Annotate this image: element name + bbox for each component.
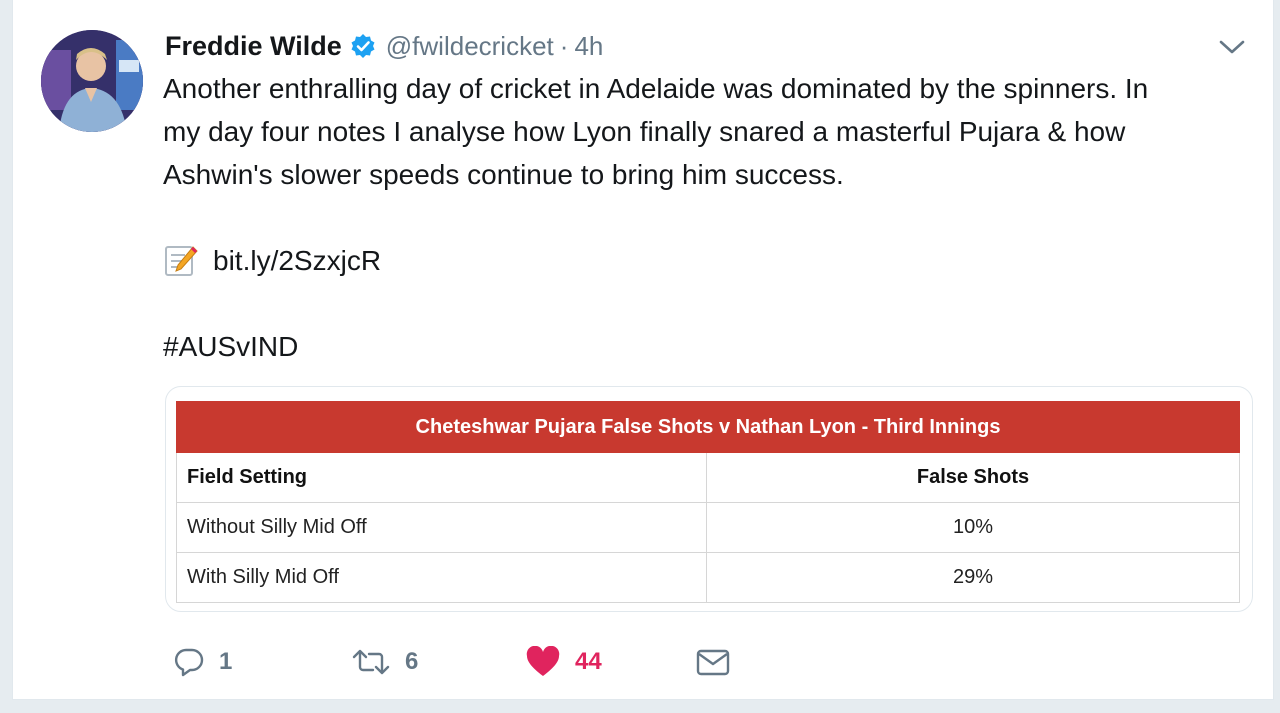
tweet-card[interactable]: Freddie Wilde @fwildecricket · 4h Anothe… <box>12 0 1274 700</box>
like-button[interactable]: 44 <box>525 640 602 684</box>
tweet-text-line: Ashwin's slower speeds continue to bring… <box>163 159 844 190</box>
hashtag-link[interactable]: #AUSvIND <box>163 325 1243 368</box>
reply-count: 1 <box>219 648 233 675</box>
verified-badge-icon <box>350 33 376 59</box>
table-cell: With Silly Mid Off <box>176 552 707 603</box>
tweet-header: Freddie Wilde @fwildecricket · 4h <box>165 30 603 62</box>
media-card[interactable]: Cheteshwar Pujara False Shots v Nathan L… <box>165 386 1253 612</box>
tweet-link[interactable]: bit.ly/2SzxjcR <box>213 239 381 282</box>
tweet-text-line: Another enthralling day of cricket in Ad… <box>163 73 1149 104</box>
false-shots-table: Cheteshwar Pujara False Shots v Nathan L… <box>176 401 1240 603</box>
table-cell: 29% <box>706 552 1240 603</box>
table-title: Cheteshwar Pujara False Shots v Nathan L… <box>176 401 1240 453</box>
reply-button[interactable]: 1 <box>173 640 232 684</box>
message-icon <box>695 646 731 678</box>
retweet-button[interactable]: 6 <box>351 640 418 684</box>
reply-icon <box>173 646 205 678</box>
header-separator: · <box>559 30 569 61</box>
link-line: bit.ly/2SzxjcR <box>163 239 1243 282</box>
like-count: 44 <box>575 648 602 675</box>
author-name[interactable]: Freddie Wilde <box>165 31 342 62</box>
memo-icon <box>163 243 199 279</box>
table-row: Without Silly Mid Off 10% <box>176 502 1240 553</box>
direct-message-button[interactable] <box>695 640 731 684</box>
tweet-text-line: my day four notes I analyse how Lyon fin… <box>163 116 1126 147</box>
avatar[interactable] <box>41 30 143 132</box>
column-header: False Shots <box>706 452 1240 503</box>
tweet-time[interactable]: 4h <box>574 31 603 62</box>
retweet-icon <box>351 646 391 678</box>
tweet-text: Another enthralling day of cricket in Ad… <box>163 67 1243 368</box>
table-cell: 10% <box>706 502 1240 553</box>
chevron-down-icon[interactable] <box>1217 36 1247 58</box>
heart-icon <box>525 646 561 678</box>
column-header: Field Setting <box>176 452 707 503</box>
author-handle[interactable]: @fwildecricket <box>386 31 554 62</box>
table-row: With Silly Mid Off 29% <box>176 552 1240 603</box>
table-cell: Without Silly Mid Off <box>176 502 707 553</box>
tweet-actions: 1 6 44 <box>173 640 773 684</box>
retweet-count: 6 <box>405 648 419 675</box>
